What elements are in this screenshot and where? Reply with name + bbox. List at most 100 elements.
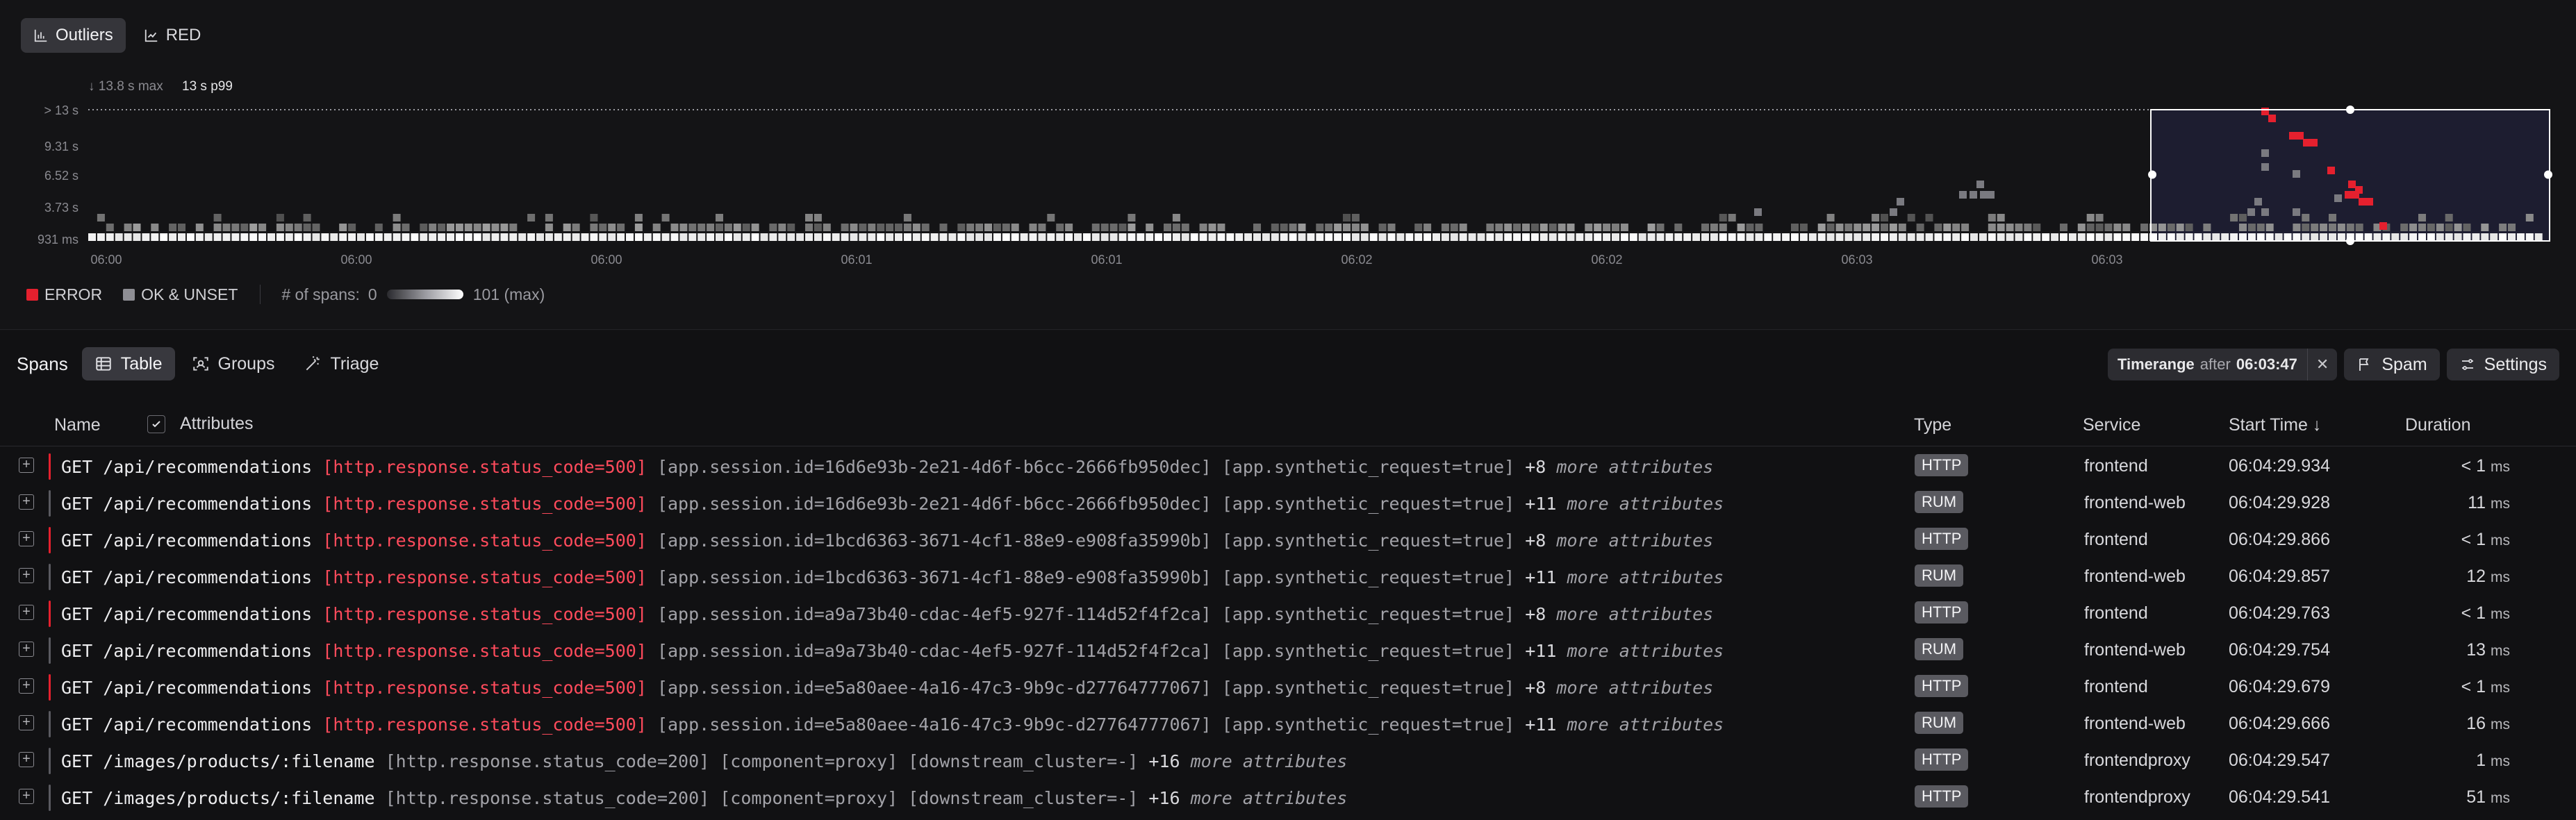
- status-bar: [49, 527, 51, 553]
- tab-triage[interactable]: Triage: [291, 347, 391, 380]
- heatmap-cell: [2364, 233, 2372, 241]
- heatmap-cell: [975, 233, 984, 241]
- tab-outliers[interactable]: Outliers: [21, 18, 126, 53]
- heatmap-cell: [1907, 233, 1915, 241]
- line-chart-icon: [145, 29, 157, 42]
- heatmap-cell: [1898, 224, 1906, 231]
- selection-handle[interactable]: [2346, 106, 2355, 114]
- heatmap-cell: [545, 214, 553, 221]
- heatmap-cell: [599, 233, 607, 241]
- header-name[interactable]: Name: [54, 415, 101, 435]
- table-row[interactable]: + GET /images/products/:filename [http.r…: [0, 779, 2576, 816]
- heatmap-cell: [303, 224, 311, 231]
- table-row[interactable]: + GET /api/recommendations [http.respons…: [0, 595, 2576, 632]
- table-row[interactable]: + GET /api/recommendations [http.respons…: [0, 669, 2576, 705]
- more-attributes[interactable]: +8 more attributes: [1525, 604, 1713, 624]
- more-attributes[interactable]: +8 more attributes: [1525, 678, 1713, 698]
- timerange-label: Timerange: [2117, 355, 2195, 373]
- more-attributes[interactable]: +8 more attributes: [1525, 457, 1713, 477]
- heatmap-cell: [1656, 224, 1665, 231]
- more-attributes[interactable]: +11 more attributes: [1525, 567, 1724, 587]
- table-row[interactable]: + GET /api/recommendations [http.respons…: [0, 485, 2576, 521]
- table-row[interactable]: + GET /api/recommendations [http.respons…: [0, 521, 2576, 558]
- span-name: GET /api/recommendations: [61, 641, 313, 661]
- header-start-time[interactable]: Start Time ↓: [2229, 415, 2321, 435]
- heatmap-cell: [1826, 214, 1835, 221]
- spans-actions: Timerange after 06:03:47 ✕ Spam Settings: [2107, 349, 2559, 380]
- heatmap-cell: [1997, 233, 2005, 241]
- expand-icon[interactable]: +: [19, 605, 34, 620]
- more-attributes[interactable]: +11 more attributes: [1525, 714, 1724, 735]
- legend-error[interactable]: ERROR: [26, 285, 102, 304]
- heatmap-cell: [643, 233, 652, 241]
- expand-icon[interactable]: +: [19, 642, 34, 657]
- section-divider: [0, 329, 2576, 330]
- heatmap-cell: [1137, 233, 1145, 241]
- outliers-heatmap[interactable]: ↓ 13.8 s max 13 s p99 > 13 s 9.31 s 6.52 s…: [0, 69, 2576, 278]
- more-attributes[interactable]: +11 more attributes: [1525, 494, 1724, 514]
- more-attributes[interactable]: +8 more attributes: [1525, 530, 1713, 551]
- checkbox[interactable]: [147, 415, 165, 434]
- expand-icon[interactable]: +: [19, 678, 34, 694]
- bar-chart-icon: [34, 29, 47, 42]
- heatmap-cell: [1378, 224, 1387, 231]
- tab-groups[interactable]: Groups: [179, 347, 288, 380]
- heatmap-cell: [760, 233, 768, 241]
- heatmap-cell: [142, 233, 150, 241]
- tab-red[interactable]: RED: [131, 18, 214, 53]
- heatmap-cell: [1351, 214, 1360, 221]
- tab-table[interactable]: Table: [81, 347, 175, 380]
- heatmap-cell: [634, 233, 643, 241]
- heatmap-cell: [2320, 224, 2328, 231]
- expand-icon[interactable]: +: [19, 789, 34, 804]
- settings-button[interactable]: Settings: [2446, 349, 2559, 380]
- expand-icon[interactable]: +: [19, 752, 34, 767]
- close-icon[interactable]: ✕: [2306, 349, 2337, 380]
- spam-button[interactable]: Spam: [2344, 349, 2440, 380]
- expand-icon[interactable]: +: [19, 568, 34, 583]
- heatmap-cell: [1029, 233, 1037, 241]
- heatmap-cell: [859, 224, 867, 231]
- heatmap-cell: [975, 224, 984, 231]
- table-row[interactable]: + GET /api/recommendations [http.respons…: [0, 705, 2576, 742]
- table-row[interactable]: + GET /images/products/:filename [http.r…: [0, 742, 2576, 779]
- heatmap-cell: [1253, 233, 1261, 241]
- heatmap-cell: [1683, 233, 1692, 241]
- table-row[interactable]: + GET /api/recommendations [http.respons…: [0, 632, 2576, 669]
- selection-handle[interactable]: [2148, 170, 2157, 179]
- expand-icon[interactable]: +: [19, 494, 34, 510]
- expand-icon[interactable]: +: [19, 458, 34, 473]
- heatmap-cell: [1056, 224, 1064, 231]
- spans-min: 0: [368, 285, 377, 303]
- header-service[interactable]: Service: [2083, 415, 2140, 435]
- duration: < 1 ms: [2461, 530, 2510, 550]
- heatmap-cell: [590, 214, 598, 221]
- flag-icon: [2359, 358, 2369, 371]
- p99-label: 13 s p99: [182, 79, 233, 94]
- status-bar: [49, 748, 51, 774]
- more-attributes[interactable]: +16 more attributes: [1148, 788, 1347, 808]
- more-attributes[interactable]: +16 more attributes: [1148, 751, 1347, 771]
- heatmap-cell: [285, 224, 293, 231]
- table-row[interactable]: + GET /api/recommendations [http.respons…: [0, 558, 2576, 595]
- heatmap-cell: [1164, 224, 1171, 231]
- selection-handle[interactable]: [2346, 237, 2355, 245]
- spans-max: 101 (max): [472, 285, 545, 303]
- header-type[interactable]: Type: [1914, 415, 1951, 435]
- heatmap-cell: [1495, 224, 1503, 231]
- selection-handle[interactable]: [2544, 170, 2552, 179]
- timerange-filter[interactable]: Timerange after 06:03:47 ✕: [2107, 349, 2338, 380]
- header-duration[interactable]: Duration: [2405, 415, 2471, 435]
- status-bar: [49, 711, 51, 737]
- heatmap-cell: [1558, 233, 1566, 241]
- more-count: +8: [1525, 530, 1546, 551]
- more-attributes[interactable]: +11 more attributes: [1525, 641, 1724, 661]
- heatmap-cell: [2158, 233, 2166, 241]
- expand-icon[interactable]: +: [19, 715, 34, 730]
- legend-ok[interactable]: OK & UNSET: [123, 285, 238, 304]
- attributes-toggle[interactable]: Attributes: [147, 414, 254, 434]
- expand-icon[interactable]: +: [19, 531, 34, 546]
- heatmap-cell: [1217, 233, 1225, 241]
- heatmap-error-cell: [2268, 115, 2276, 122]
- table-row[interactable]: + GET /api/recommendations [http.respons…: [0, 448, 2576, 485]
